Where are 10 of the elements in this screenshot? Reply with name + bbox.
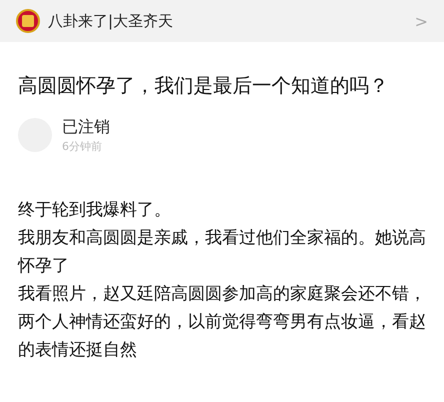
- author-name: 已注销: [62, 117, 110, 138]
- chevron-icon: >: [414, 12, 428, 30]
- account-name: 八卦来了|大圣齐天: [48, 12, 174, 30]
- body-paragraph: 我看照片，赵又廷陪高圆圆参加高的家庭聚会还不错，两个人神情还蛮好的，以前觉得弯弯男有点妆逼，看赵的表情还挺自然: [18, 283, 427, 362]
- account-header[interactable]: 八卦来了|大圣齐天 >: [0, 0, 444, 42]
- article-title: 高圆圆怀孕了，我们是最后一个知道的吗？: [18, 73, 390, 99]
- logo-icon: [16, 9, 40, 33]
- post-time: 6分钟前: [62, 139, 103, 154]
- body-paragraph: 我朋友和高圆圆是亲戚，我看过他们全家福的。她说高怀孕了: [18, 227, 427, 278]
- body-paragraph: 终于轮到我爆料了。: [18, 199, 172, 222]
